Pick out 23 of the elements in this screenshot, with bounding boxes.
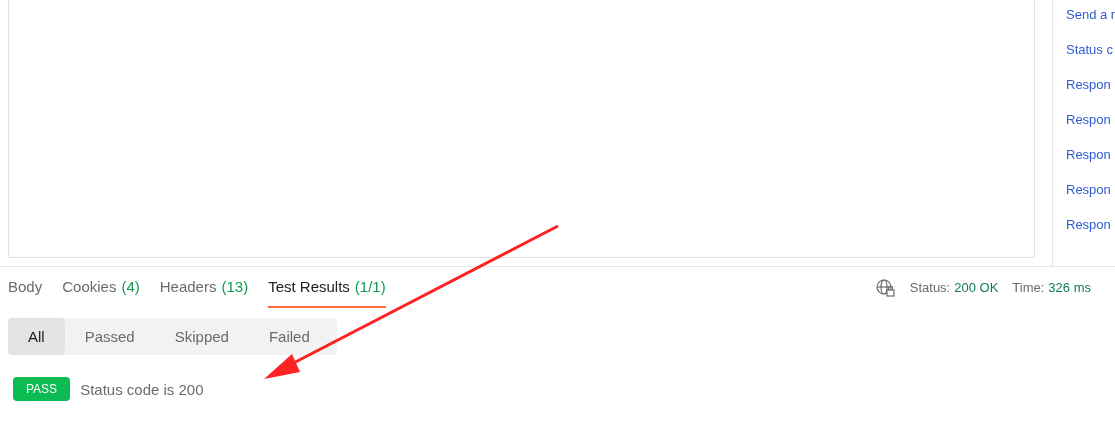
globe-lock-icon[interactable] — [875, 278, 896, 297]
snippet-link[interactable]: Respon — [1066, 111, 1115, 128]
response-tab[interactable]: Body — [8, 267, 43, 308]
time-value: 326 ms — [1048, 280, 1091, 295]
response-tab[interactable]: Cookies (4) — [62, 267, 140, 308]
response-tab[interactable]: Headers (13) — [159, 267, 249, 308]
filter-tab[interactable]: All — [8, 318, 65, 355]
editor-area[interactable] — [8, 0, 1035, 258]
test-name: Status code is 200 — [80, 380, 204, 398]
filter-tab[interactable]: Skipped — [154, 318, 249, 355]
status-value: 200 OK — [954, 280, 999, 295]
filter-tab[interactable]: Passed — [64, 318, 155, 355]
time-label: Time: — [1012, 280, 1045, 295]
snippet-link[interactable]: Respon — [1066, 76, 1115, 93]
snippet-link[interactable]: Status c — [1066, 41, 1115, 58]
snippet-link[interactable]: Send a r — [1066, 6, 1115, 23]
response-tab[interactable]: Test Results (1/1) — [268, 267, 386, 308]
snippet-link[interactable]: Respon — [1066, 216, 1115, 233]
snippet-link[interactable]: Respon — [1066, 146, 1115, 163]
status-label: Status: — [909, 280, 951, 295]
pass-badge: PASS — [13, 377, 71, 401]
filter-tab[interactable]: Failed — [248, 318, 330, 355]
snippet-link[interactable]: Respon — [1066, 181, 1115, 198]
